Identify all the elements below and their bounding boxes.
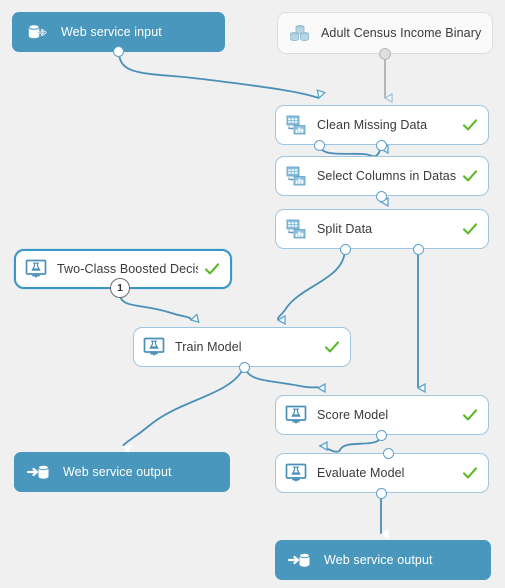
- edge-clean-to-select: [319, 145, 381, 158]
- node-web-service-output-bottom[interactable]: Web service output: [275, 540, 491, 580]
- node-label: Select Columns in Dataset: [317, 169, 456, 183]
- port-badge-1[interactable]: 1: [110, 278, 130, 298]
- port-split-data-out-1[interactable]: [340, 244, 351, 255]
- status-check-icon: [462, 119, 478, 131]
- model-monitor-icon: [142, 335, 166, 359]
- status-check-icon: [204, 263, 220, 275]
- port-evaluate-model-out[interactable]: [376, 488, 387, 499]
- port-train-model-out[interactable]: [239, 362, 250, 373]
- cylinder-arrow-out-icon: [24, 19, 50, 45]
- edge-layer: [118, 51, 505, 539]
- node-label: Evaluate Model: [317, 466, 405, 480]
- node-label: Split Data: [317, 222, 373, 236]
- status-check-icon: [324, 341, 340, 353]
- port-split-data-out-2[interactable]: [413, 244, 424, 255]
- node-score-model[interactable]: Score Model: [275, 395, 489, 435]
- port-clean-missing-data-out-1[interactable]: [314, 140, 325, 151]
- model-monitor-icon: [284, 403, 308, 427]
- experiment-canvas[interactable]: Web service input Adult Census Income Bi…: [0, 0, 505, 588]
- node-label: Adult Census Income Binary ...: [321, 26, 482, 40]
- status-check-icon: [462, 467, 478, 479]
- edge-train-to-score: [244, 366, 318, 388]
- badge-label: 1: [117, 282, 123, 294]
- arrow-into-cylinder-icon: [26, 459, 52, 485]
- node-clean-missing-data[interactable]: Clean Missing Data: [275, 105, 489, 145]
- node-label: Score Model: [317, 408, 389, 422]
- node-label: Web service output: [324, 553, 433, 567]
- node-split-data[interactable]: Split Data: [275, 209, 489, 249]
- port-score-model-out[interactable]: [376, 430, 387, 441]
- status-check-icon: [462, 409, 478, 421]
- edge-train-to-output: [122, 368, 244, 454]
- model-monitor-icon: [24, 257, 48, 281]
- port-web-service-input-out[interactable]: [113, 46, 124, 57]
- node-evaluate-model[interactable]: Evaluate Model: [275, 453, 489, 493]
- status-check-icon: [462, 223, 478, 235]
- node-label: Web service output: [63, 465, 172, 479]
- node-label: Clean Missing Data: [317, 118, 428, 132]
- port-dataset-out[interactable]: [379, 48, 391, 60]
- edge-input-to-clean: [118, 51, 319, 98]
- data-transform-icon: [284, 217, 308, 241]
- port-clean-missing-data-out-2[interactable]: [376, 140, 387, 151]
- data-transform-icon: [284, 164, 308, 188]
- node-label: Two-Class Boosted Decision ...: [57, 262, 198, 276]
- data-transform-icon: [284, 113, 308, 137]
- model-monitor-icon: [284, 461, 308, 485]
- dataset-cylinders-icon: [287, 20, 313, 46]
- edge-score-to-evaluate: [320, 434, 382, 453]
- edge-model-to-train: [119, 295, 191, 320]
- node-train-model[interactable]: Train Model: [133, 327, 351, 367]
- node-label: Web service input: [61, 25, 162, 39]
- status-check-icon: [462, 170, 478, 182]
- edge-split-to-train: [278, 248, 346, 320]
- port-evaluate-model-in-2[interactable]: [383, 448, 394, 459]
- node-label: Train Model: [175, 340, 242, 354]
- node-select-columns-in-dataset[interactable]: Select Columns in Dataset: [275, 156, 489, 196]
- port-select-columns-out[interactable]: [376, 191, 387, 202]
- node-web-service-output-left[interactable]: Web service output: [14, 452, 230, 492]
- arrow-into-cylinder-icon: [287, 547, 313, 573]
